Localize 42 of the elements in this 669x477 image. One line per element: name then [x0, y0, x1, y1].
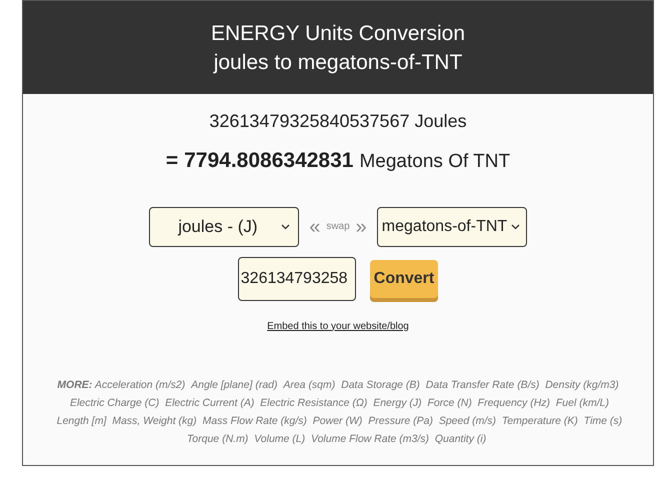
unit-category-link[interactable]: Acceleration (m/s2)	[94, 378, 186, 390]
swap-right-arrows[interactable]: »	[356, 212, 367, 242]
unit-category-link[interactable]: Speed (m/s)	[438, 414, 496, 426]
unit-category-link[interactable]: Data Storage (B)	[341, 378, 420, 390]
unit-category-link[interactable]: Torque (N.m)	[186, 432, 248, 444]
to-unit-select[interactable]: megatons-of-TNT	[376, 206, 527, 246]
unit-category-link[interactable]: Energy (J)	[373, 396, 422, 408]
input-summary: 32613479325840537567 Joules	[209, 110, 467, 133]
from-unit-select[interactable]: joules - (J)	[149, 206, 300, 246]
unit-category-link[interactable]: Electric Resistance (Ω)	[260, 396, 368, 408]
unit-category-link[interactable]: Mass, Weight (kg)	[112, 414, 197, 426]
unit-category-link[interactable]: Frequency (Hz)	[478, 396, 550, 408]
swap-link[interactable]: swap	[326, 219, 350, 234]
page-subtitle: joules to megatons-of-TNT	[214, 50, 462, 76]
page-title: ENERGY Units Conversion	[210, 20, 466, 46]
unit-category-link[interactable]: Fuel (km/L)	[556, 396, 609, 408]
embed-link[interactable]: Embed this to your website/blog	[267, 318, 409, 334]
unit-category-link[interactable]: Data Transfer Rate (B/s)	[426, 378, 540, 390]
unit-category-link[interactable]: Volume Flow Rate (m3/s)	[310, 432, 430, 444]
result-value: 7794.8086342831	[184, 148, 354, 174]
amount-input[interactable]: 326134793258	[238, 256, 356, 300]
unit-category-link[interactable]: Force (N)	[427, 396, 472, 408]
unit-category-link[interactable]: Volume (L)	[254, 432, 306, 444]
unit-category-link[interactable]: Temperature (K)	[502, 414, 578, 426]
chevron-down-icon	[281, 224, 290, 230]
unit-category-link[interactable]: Density (kg/m3)	[545, 378, 619, 390]
unit-category-link[interactable]: Mass Flow Rate (kg/s)	[202, 414, 307, 426]
unit-category-link[interactable]: Angle [plane] (rad)	[191, 378, 278, 390]
chevron-down-icon	[510, 224, 520, 230]
unit-category-link[interactable]: Time (s)	[584, 414, 622, 426]
equals-sign: =	[166, 148, 178, 174]
more-label: MORE:	[57, 378, 92, 390]
result-unit: Megatons Of TNT	[359, 150, 510, 174]
unit-category-link[interactable]: Electric Charge (C)	[70, 396, 160, 408]
convert-button[interactable]: Convert	[370, 260, 438, 298]
unit-category-link[interactable]: Area (sqm)	[283, 378, 336, 390]
unit-category-link[interactable]: Quantity (i)	[434, 432, 486, 444]
unit-category-link[interactable]: Length [m]	[56, 414, 106, 426]
unit-category-link[interactable]: Pressure (Pa)	[368, 414, 433, 426]
swap-left-arrows[interactable]: «	[309, 212, 320, 242]
unit-category-link[interactable]: Power (W)	[312, 414, 362, 426]
unit-category-link[interactable]: Electric Current (A)	[165, 396, 254, 408]
